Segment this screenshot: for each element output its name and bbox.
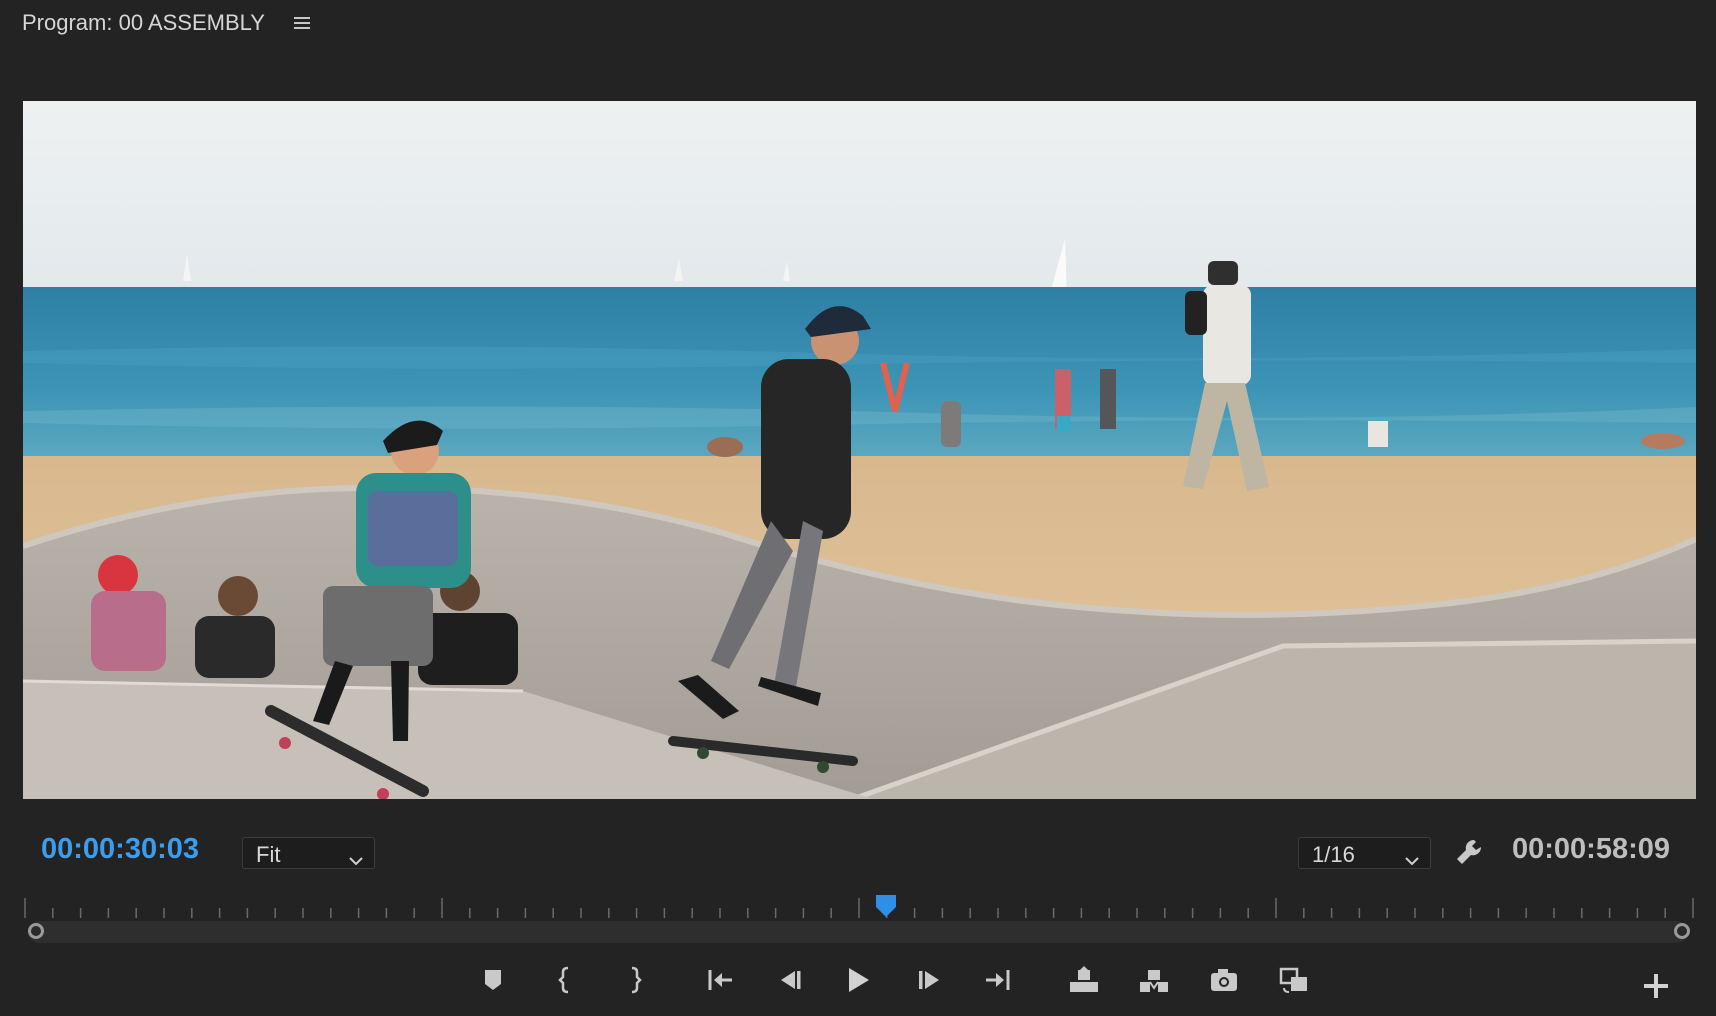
go-to-out-icon[interactable] bbox=[980, 962, 1016, 998]
zoom-level-value: Fit bbox=[256, 842, 281, 867]
extract-icon[interactable] bbox=[1136, 962, 1172, 998]
chevron-down-icon bbox=[348, 847, 364, 866]
step-back-icon[interactable] bbox=[771, 962, 807, 998]
hamburger-menu-icon[interactable] bbox=[292, 14, 312, 32]
scrollbar-left-handle[interactable] bbox=[28, 923, 44, 939]
playback-resolution-dropdown[interactable]: 1/16 bbox=[1298, 837, 1431, 869]
mark-in-icon[interactable] bbox=[548, 962, 584, 998]
wrench-icon[interactable] bbox=[1454, 836, 1486, 868]
program-video-frame[interactable] bbox=[23, 101, 1696, 799]
duration-timecode: 00:00:58:09 bbox=[1512, 833, 1670, 865]
comparison-view-icon[interactable] bbox=[1276, 962, 1312, 998]
zoom-level-dropdown[interactable]: Fit bbox=[242, 837, 375, 869]
step-forward-icon[interactable] bbox=[912, 962, 948, 998]
mark-out-icon[interactable] bbox=[616, 962, 652, 998]
go-to-in-icon[interactable] bbox=[702, 962, 738, 998]
add-marker-icon[interactable] bbox=[475, 962, 511, 998]
play-icon[interactable] bbox=[840, 962, 876, 998]
scrollbar-right-handle[interactable] bbox=[1674, 923, 1690, 939]
zoom-scrollbar[interactable] bbox=[28, 921, 1688, 943]
time-ruler[interactable] bbox=[23, 894, 1695, 920]
lift-icon[interactable] bbox=[1066, 962, 1102, 998]
playback-resolution-value: 1/16 bbox=[1312, 842, 1355, 867]
button-editor-plus-icon[interactable] bbox=[1638, 968, 1674, 1004]
current-timecode[interactable]: 00:00:30:03 bbox=[41, 833, 199, 866]
transport-controls bbox=[0, 962, 1716, 1002]
chevron-down-icon bbox=[1404, 847, 1420, 866]
playhead[interactable] bbox=[874, 893, 898, 919]
export-frame-icon[interactable] bbox=[1206, 962, 1242, 998]
panel-header: Program: 00 ASSEMBLY bbox=[0, 0, 1716, 48]
panel-title: Program: 00 ASSEMBLY bbox=[22, 10, 265, 35]
